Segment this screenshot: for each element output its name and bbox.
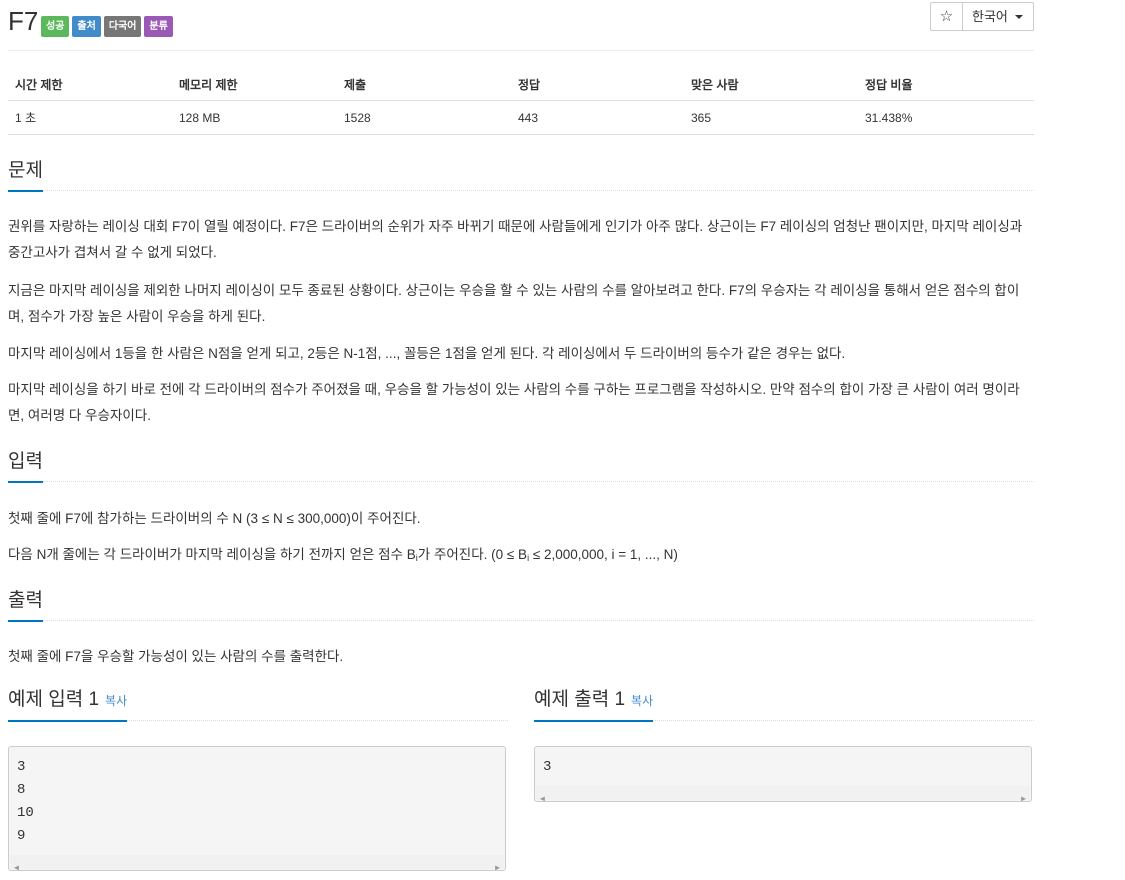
copy-input-button[interactable]: 복사: [105, 694, 127, 708]
problem-paragraph-1: 권위를 자랑하는 레이싱 대회 F7이 열릴 예정이다. F7은 드라이버의 순…: [8, 219, 1023, 260]
horizontal-scrollbar[interactable]: ◀ ▶: [536, 786, 1030, 804]
star-icon: ☆: [939, 8, 954, 25]
problem-info-table: 시간 제한 메모리 제한 제출 정답 맞은 사람 정답 비율 1 초 128 M…: [8, 70, 1034, 135]
input-section-header: 입력: [8, 451, 1034, 483]
sample-output-line: 3: [543, 759, 552, 775]
scroll-right-icon[interactable]: ▶: [495, 857, 500, 880]
output-section-title: 출력: [8, 590, 43, 622]
language-label: 한국어: [972, 9, 1008, 24]
input-line-2: 다음 N개 줄에는 각 드라이버가 마지막 레이싱을 하기 전까지 얻은 점수 …: [8, 547, 678, 563]
label-multilang[interactable]: 다국어: [103, 16, 142, 37]
problem-section-header: 문제: [8, 160, 1034, 192]
sample-input-line: 8: [17, 782, 26, 798]
sample-input-box[interactable]: 3 8 10 9 ◀ ▶: [8, 746, 506, 873]
problem-paragraph-2: 지금은 마지막 레이싱을 제외한 나머지 레이싱이 모두 종료된 상황이다. 상…: [8, 283, 1020, 324]
label-source[interactable]: 출처: [72, 16, 101, 37]
input-line-1: 첫째 줄에 F7에 참가하는 드라이버의 수 N (3 ≤ N ≤ 300,00…: [8, 511, 421, 526]
caret-down-icon: [1015, 15, 1023, 19]
info-value-row: 1 초 128 MB 1528 443 365 31.438%: [8, 100, 1034, 135]
language-dropdown[interactable]: 한국어: [963, 2, 1034, 31]
header-accepted: 정답: [511, 70, 684, 101]
sample-input-line: 9: [17, 828, 26, 844]
header-buttons: ☆ 한국어: [930, 2, 1034, 31]
scroll-left-icon[interactable]: ◀: [540, 788, 545, 811]
sample-input-line: 10: [17, 805, 34, 821]
info-header-row: 시간 제한 메모리 제한 제출 정답 맞은 사람 정답 비율: [8, 70, 1034, 101]
horizontal-scrollbar[interactable]: ◀ ▶: [10, 855, 504, 873]
problem-paragraph-3: 마지막 레이싱에서 1등을 한 사람은 N점을 얻게 되고, 2등은 N-1점,…: [8, 346, 846, 361]
sample-output-title: 예제 출력 1 복사: [534, 689, 654, 722]
sample-input-header: 예제 입력 1 복사: [8, 689, 508, 722]
problem-header: F7 성공 출처 다국어 분류 ☆ 한국어: [8, 2, 1034, 46]
header-solved-users: 맞은 사람: [684, 70, 858, 101]
copy-output-button[interactable]: 복사: [631, 694, 653, 708]
header-submissions: 제출: [337, 70, 511, 101]
value-memory-limit: 128 MB: [172, 100, 337, 135]
header-memory-limit: 메모리 제한: [172, 70, 337, 101]
header-divider: [8, 50, 1034, 51]
sample-input-title: 예제 입력 1 복사: [8, 689, 128, 722]
sample-output-box[interactable]: 3 ◀ ▶: [534, 746, 1032, 804]
header-ratio: 정답 비율: [858, 70, 1034, 101]
favorite-button[interactable]: ☆: [930, 2, 963, 31]
sample-input-line: 3: [17, 759, 26, 775]
output-line-1: 첫째 줄에 F7을 우승할 가능성이 있는 사람의 수를 출력한다.: [8, 649, 344, 664]
header-time-limit: 시간 제한: [8, 70, 172, 101]
value-time-limit: 1 초: [8, 100, 172, 135]
scroll-left-icon[interactable]: ◀: [14, 857, 19, 880]
label-success[interactable]: 성공: [41, 16, 70, 37]
output-section-header: 출력: [8, 590, 1034, 622]
value-ratio: 31.438%: [858, 100, 1034, 135]
problem-title: F7: [8, 6, 39, 36]
value-accepted[interactable]: 443: [511, 100, 684, 135]
problem-paragraph-4: 마지막 레이싱을 하기 바로 전에 각 드라이버의 점수가 주어졌을 때, 우승…: [8, 382, 1020, 423]
value-submissions[interactable]: 1528: [337, 100, 511, 135]
scroll-right-icon[interactable]: ▶: [1021, 788, 1026, 811]
value-solved-users[interactable]: 365: [684, 100, 858, 135]
sample-output-header: 예제 출력 1 복사: [534, 689, 1034, 722]
label-category[interactable]: 분류: [144, 16, 173, 37]
input-section-title: 입력: [8, 451, 43, 483]
problem-section-title: 문제: [8, 160, 43, 192]
problem-labels: 성공 출처 다국어 분류: [41, 16, 173, 37]
